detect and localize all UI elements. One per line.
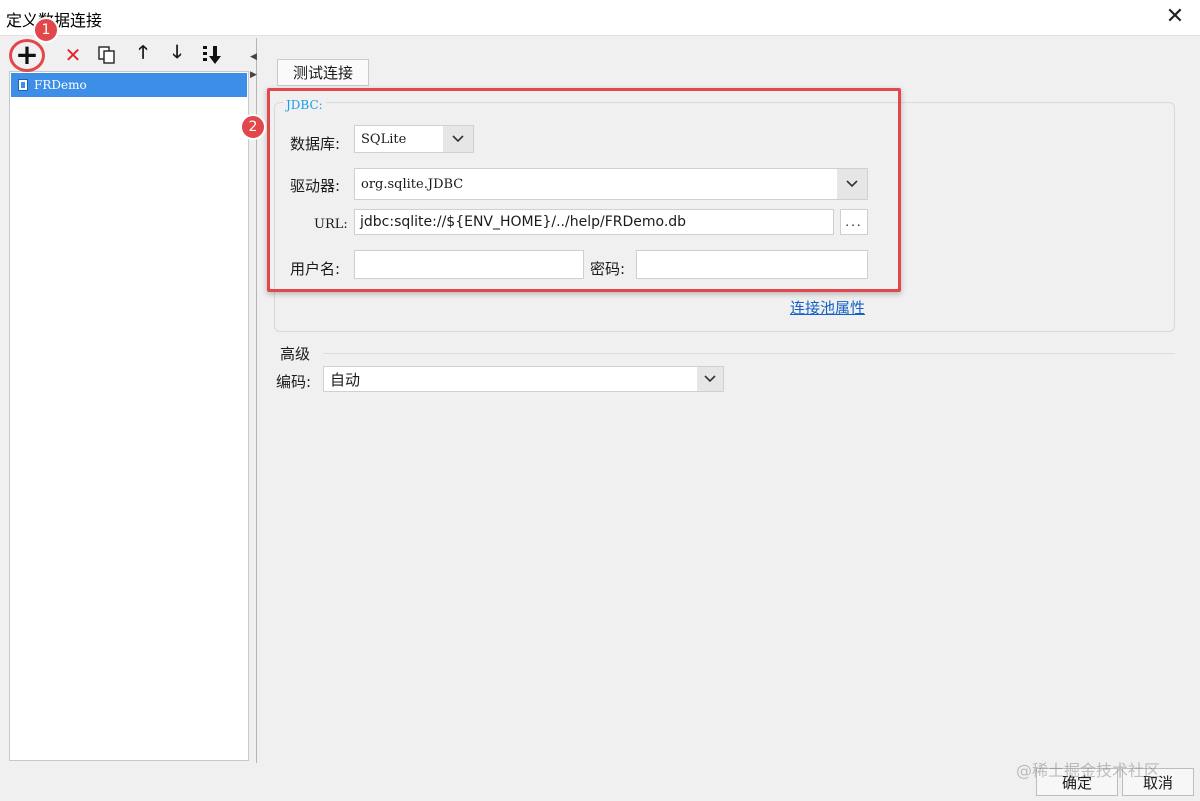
sort-down-icon xyxy=(203,46,221,64)
encoding-label: 编码: xyxy=(276,373,312,391)
annotation-circle-add xyxy=(9,39,45,72)
encoding-select[interactable]: 自动 xyxy=(323,366,724,392)
pane-splitter[interactable]: ◀ ▶ xyxy=(249,38,257,763)
encoding-value: 自动 xyxy=(330,370,361,389)
arrow-up-icon: 🡑 xyxy=(138,42,148,63)
watermark-text: @稀土掘金技术社区 xyxy=(1016,761,1161,780)
annotation-badge-1: 1 xyxy=(33,17,59,43)
advanced-section-label: 高级 xyxy=(280,343,317,364)
copy-connection-button[interactable] xyxy=(94,42,120,68)
arrow-down-icon: 🡓 xyxy=(172,42,182,63)
connection-pool-link[interactable]: 连接池属性 xyxy=(790,297,865,318)
expand-right-icon: ▶ xyxy=(250,70,257,80)
delete-connection-button[interactable]: ✕ xyxy=(60,42,86,68)
tree-item-label: FRDemo xyxy=(34,78,87,92)
close-window-button[interactable]: ✕ xyxy=(1162,4,1188,30)
connection-tree: FRDemo xyxy=(9,71,249,761)
advanced-divider xyxy=(323,353,1175,354)
title-bar: 定义数据连接 ✕ xyxy=(0,0,1200,36)
sort-button[interactable] xyxy=(200,42,226,68)
delete-icon: ✕ xyxy=(64,43,82,67)
move-up-button[interactable]: 🡑 xyxy=(130,42,156,68)
chevron-down-icon xyxy=(697,367,723,391)
tree-item-frdemo[interactable]: FRDemo xyxy=(11,73,247,97)
collapse-left-icon: ◀ xyxy=(250,52,257,62)
annotation-badge-2: 2 xyxy=(240,114,266,140)
test-connection-button[interactable]: 测试连接 xyxy=(277,59,369,86)
move-down-button[interactable]: 🡓 xyxy=(164,42,190,68)
annotation-box-jdbc xyxy=(267,88,901,292)
connection-list-pane: + ✕ 🡑 🡓 FRDemo xyxy=(6,38,249,763)
copy-icon xyxy=(98,46,115,64)
database-icon xyxy=(18,79,28,91)
